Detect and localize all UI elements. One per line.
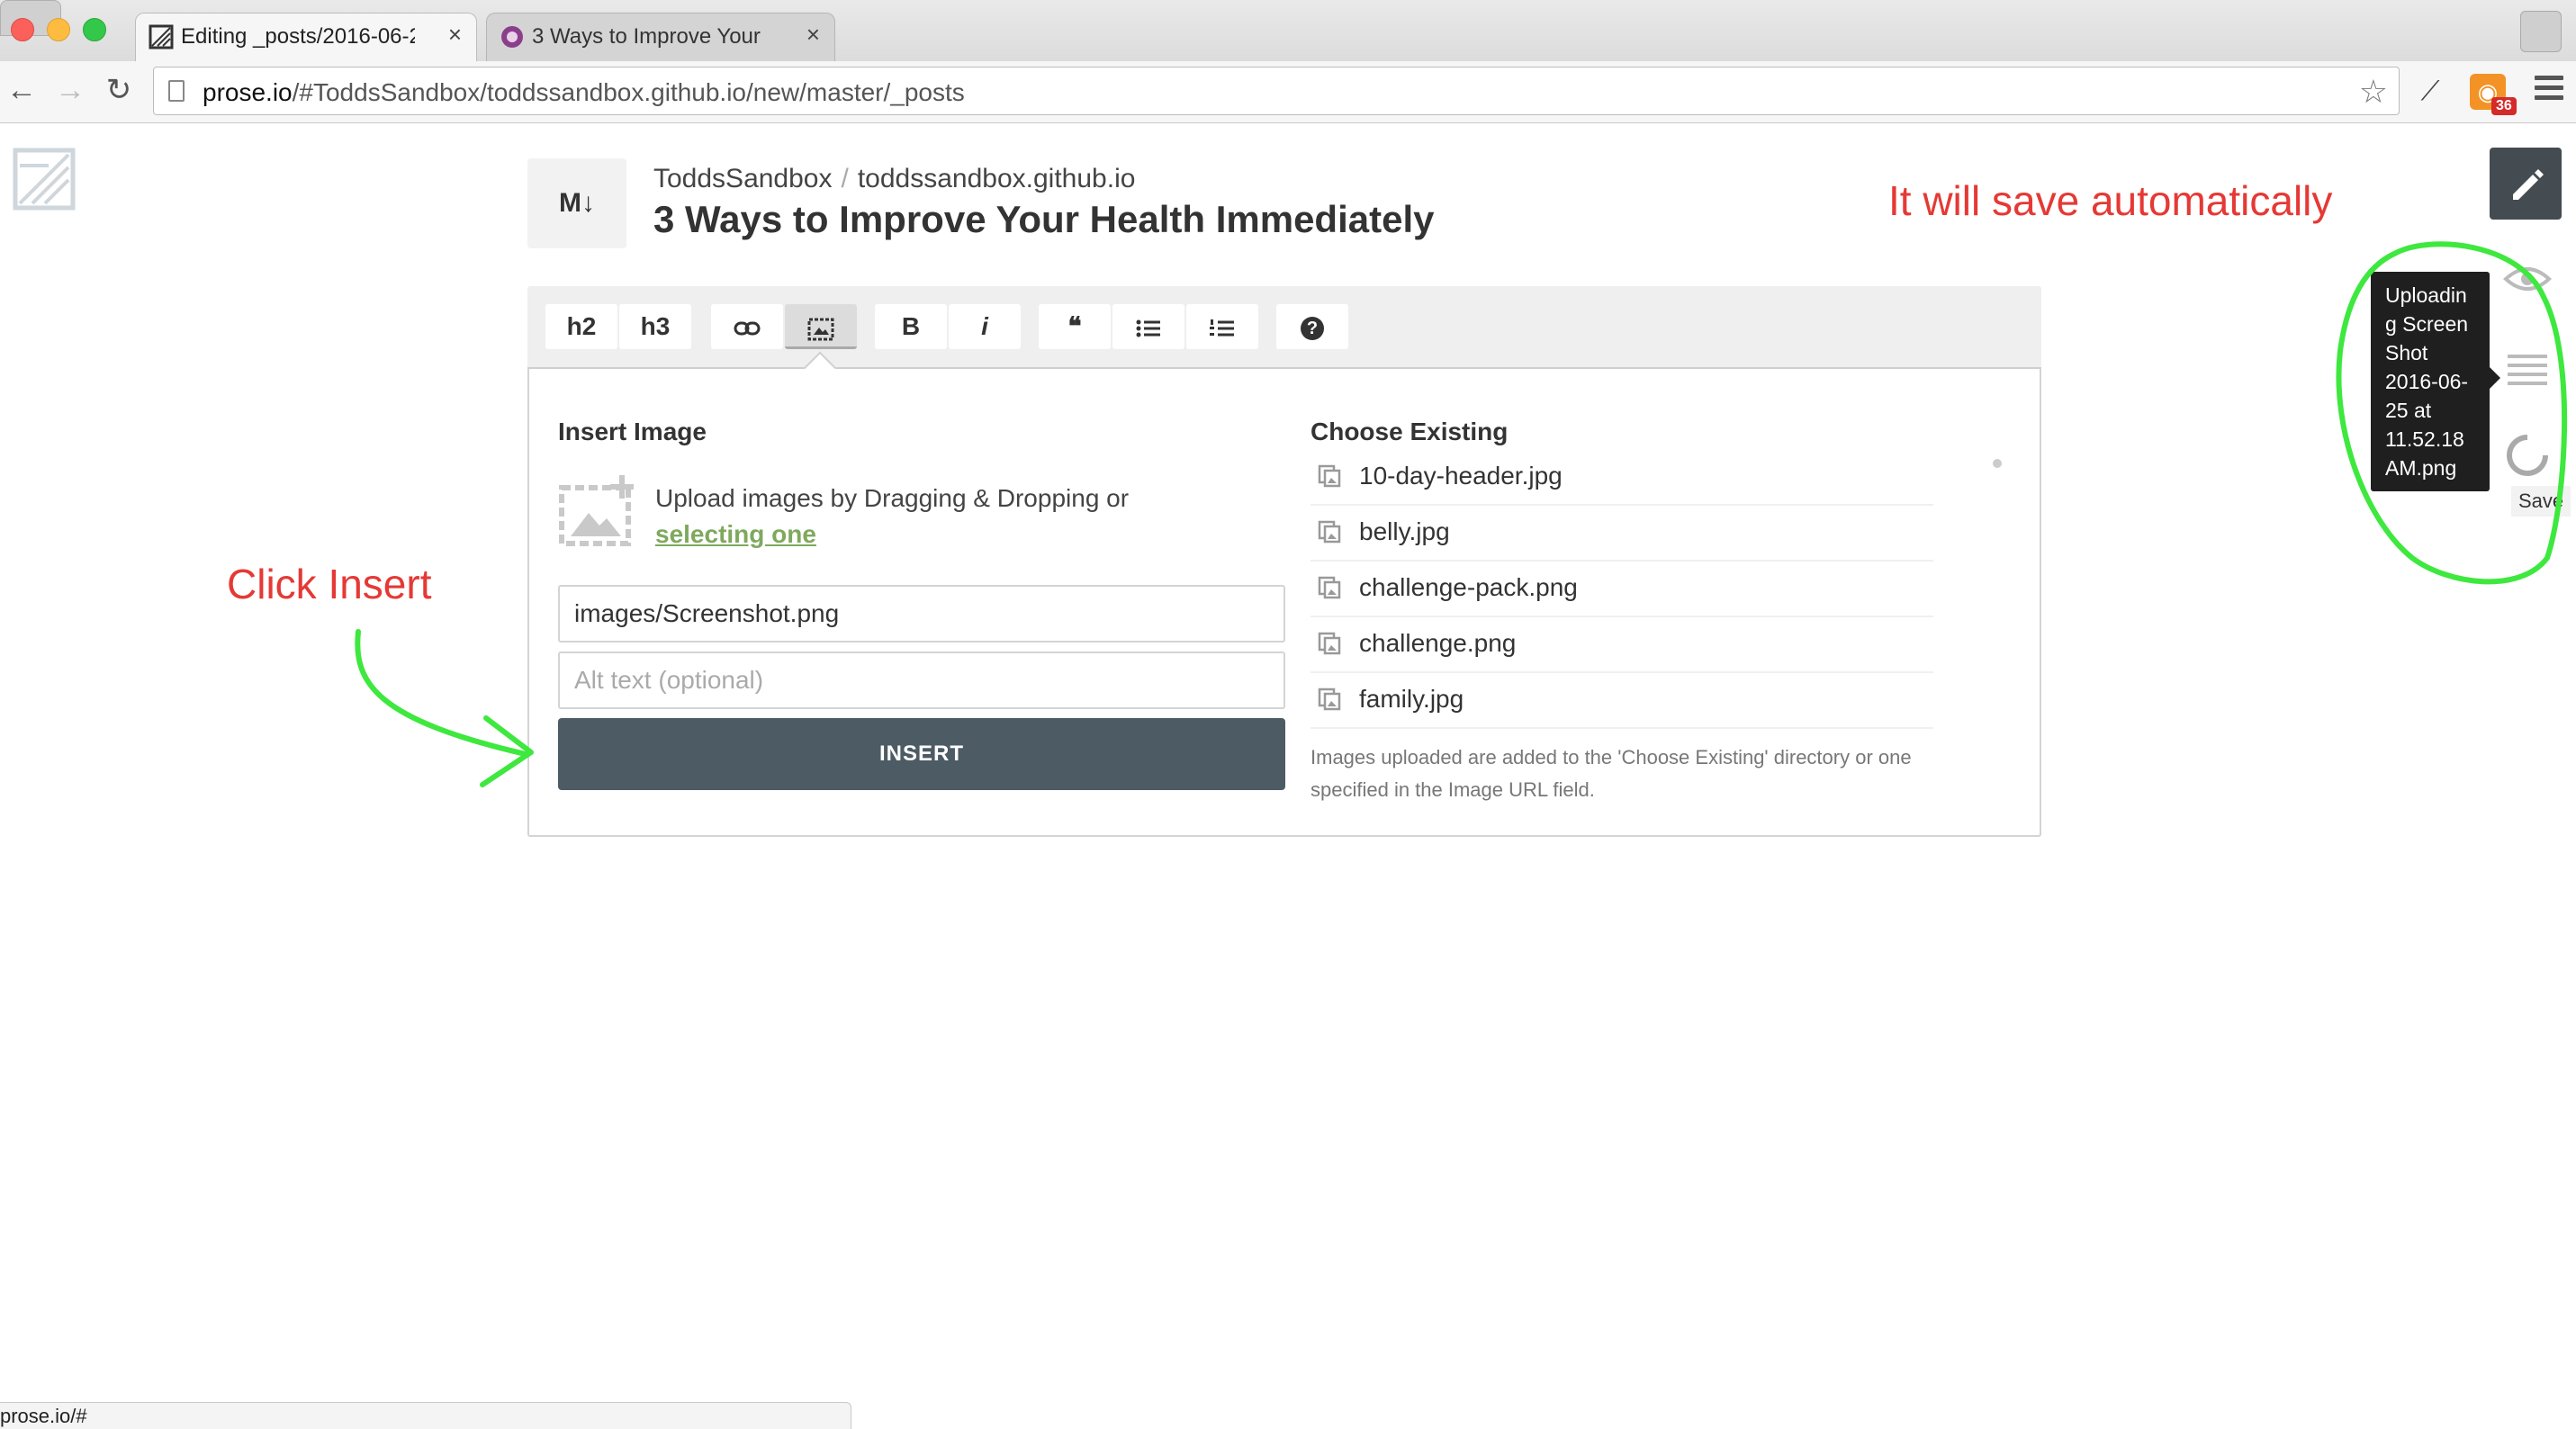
annotation-arrow-curve	[355, 629, 528, 757]
status-bar: prose.io/#	[0, 1402, 851, 1429]
annotation-markers	[355, 241, 2568, 787]
annotation-circle	[2336, 241, 2568, 585]
